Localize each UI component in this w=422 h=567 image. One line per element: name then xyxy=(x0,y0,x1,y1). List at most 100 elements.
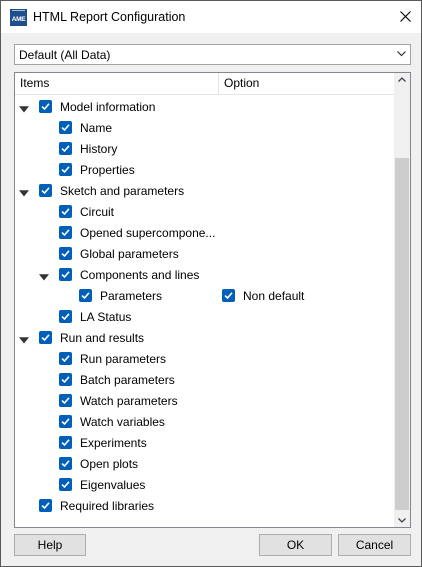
checkmark-icon xyxy=(61,229,70,237)
tree-row-open-plots[interactable]: Open plots xyxy=(15,454,395,474)
checkbox-parameters[interactable] xyxy=(79,289,92,302)
help-button[interactable]: Help xyxy=(14,534,86,556)
checkmark-icon xyxy=(61,355,70,363)
cancel-button[interactable]: Cancel xyxy=(338,534,411,556)
tree-row-label: History xyxy=(80,142,118,156)
vertical-scrollbar[interactable] xyxy=(394,73,410,527)
tree-row-label: Experiments xyxy=(80,436,147,450)
checkbox-watch-variables[interactable] xyxy=(59,415,72,428)
tree-row-run-and-results[interactable]: Run and results xyxy=(15,328,395,348)
checkbox-run-parameters[interactable] xyxy=(59,352,72,365)
triangle-down-icon[interactable] xyxy=(19,189,29,199)
tree-row-label: Sketch and parameters xyxy=(60,184,185,198)
checkmark-icon xyxy=(61,145,70,153)
close-icon xyxy=(399,11,411,22)
tree-row-label: Run and results xyxy=(60,331,145,345)
tree-row-label: Open plots xyxy=(80,457,139,471)
report-items-tree: Items Option Model information Name Histor… xyxy=(14,72,411,528)
checkmark-icon xyxy=(81,292,90,300)
checkbox-name[interactable] xyxy=(59,121,72,134)
checkbox-components-and-lines[interactable] xyxy=(59,268,72,281)
checkmark-icon xyxy=(61,418,70,426)
checkmark-icon xyxy=(61,481,70,489)
preset-dropdown-value: Default (All Data) xyxy=(19,48,111,62)
tree-row-label: Global parameters xyxy=(80,247,179,261)
checkbox-global-parameters[interactable] xyxy=(59,247,72,260)
checkbox-sketch-and-parameters[interactable] xyxy=(39,184,52,197)
checkbox-option-non-default[interactable] xyxy=(222,289,235,302)
checkbox-eigenvalues[interactable] xyxy=(59,478,72,491)
chevron-down-icon[interactable] xyxy=(398,518,406,523)
tree-row-watch-variables[interactable]: Watch variables xyxy=(15,412,395,432)
tree-row-label: Watch variables xyxy=(80,415,165,429)
tree-row-label: Opened supercompone... xyxy=(80,226,216,240)
tree-row-run-parameters[interactable]: Run parameters xyxy=(15,349,395,369)
tree-row-eigenvalues[interactable]: Eigenvalues xyxy=(15,475,395,495)
tree-row-label: Watch parameters xyxy=(80,394,178,408)
checkmark-icon xyxy=(61,208,70,216)
checkbox-open-plots[interactable] xyxy=(59,457,72,470)
tree-row-history[interactable]: History xyxy=(15,139,395,159)
checkbox-circuit[interactable] xyxy=(59,205,72,218)
checkmark-icon xyxy=(61,376,70,384)
title-bar[interactable]: AME HTML Report Configuration xyxy=(1,1,421,33)
checkmark-icon xyxy=(224,292,233,300)
triangle-down-icon[interactable] xyxy=(19,105,29,115)
checkmark-icon xyxy=(61,460,70,468)
tree-row-components-and-lines[interactable]: Components and lines xyxy=(15,265,395,285)
column-header-option[interactable]: Option xyxy=(219,73,395,94)
preset-dropdown[interactable]: Default (All Data) xyxy=(14,44,411,65)
checkbox-model-information[interactable] xyxy=(39,100,52,113)
checkmark-icon xyxy=(41,334,50,342)
checkmark-icon xyxy=(41,187,50,195)
scrollbar-thumb[interactable] xyxy=(395,158,409,510)
close-button[interactable] xyxy=(389,1,421,33)
chevron-down-icon xyxy=(397,51,406,57)
tree-header: Items Option xyxy=(15,73,395,95)
dialog-window: AME HTML Report Configuration Default (A… xyxy=(0,0,422,567)
tree-row-sketch-and-parameters[interactable]: Sketch and parameters xyxy=(15,181,395,201)
tree-row-label: Circuit xyxy=(80,205,115,219)
checkbox-batch-parameters[interactable] xyxy=(59,373,72,386)
tree-row-properties[interactable]: Properties xyxy=(15,160,395,180)
tree-row-parameters[interactable]: Parameters Non default xyxy=(15,286,395,306)
checkbox-history[interactable] xyxy=(59,142,72,155)
triangle-down-icon[interactable] xyxy=(39,273,49,283)
tree-row-name[interactable]: Name xyxy=(15,118,395,138)
tree-row-label: Model information xyxy=(60,100,156,114)
tree-row-label: Parameters xyxy=(100,289,163,303)
checkbox-properties[interactable] xyxy=(59,163,72,176)
tree-row-label: Properties xyxy=(80,163,135,177)
checkmark-icon xyxy=(61,313,70,321)
tree-row-label: Eigenvalues xyxy=(80,478,146,492)
tree-row-label: Run parameters xyxy=(80,352,167,366)
tree-row-batch-parameters[interactable]: Batch parameters xyxy=(15,370,395,390)
tree-row-circuit[interactable]: Circuit xyxy=(15,202,395,222)
triangle-down-icon[interactable] xyxy=(19,336,29,346)
ok-button[interactable]: OK xyxy=(259,534,332,556)
checkbox-run-and-results[interactable] xyxy=(39,331,52,344)
tree-row-label: LA Status xyxy=(80,310,132,324)
checkbox-la-status[interactable] xyxy=(59,310,72,323)
option-label: Non default xyxy=(243,289,305,303)
checkbox-opened-supercompone[interactable] xyxy=(59,226,72,239)
tree-row-global-parameters[interactable]: Global parameters xyxy=(15,244,395,264)
chevron-up-icon[interactable] xyxy=(398,77,406,82)
window-title: HTML Report Configuration xyxy=(33,10,186,24)
checkmark-icon xyxy=(61,166,70,174)
checkbox-required-libraries[interactable] xyxy=(39,499,52,512)
tree-row-label: Components and lines xyxy=(80,268,200,282)
checkmark-icon xyxy=(61,271,70,279)
tree-row-label: Batch parameters xyxy=(80,373,175,387)
tree-row-model-information[interactable]: Model information xyxy=(15,97,395,117)
tree-row-opened-supercompone[interactable]: Opened supercompone... xyxy=(15,223,395,243)
tree-row-experiments[interactable]: Experiments xyxy=(15,433,395,453)
tree-row-required-libraries[interactable]: Required libraries xyxy=(15,496,395,516)
checkmark-icon xyxy=(61,250,70,258)
checkbox-watch-parameters[interactable] xyxy=(59,394,72,407)
column-header-items[interactable]: Items xyxy=(15,73,219,94)
tree-row-la-status[interactable]: LA Status xyxy=(15,307,395,327)
checkbox-experiments[interactable] xyxy=(59,436,72,449)
checkmark-icon xyxy=(61,124,70,132)
tree-row-watch-parameters[interactable]: Watch parameters xyxy=(15,391,395,411)
